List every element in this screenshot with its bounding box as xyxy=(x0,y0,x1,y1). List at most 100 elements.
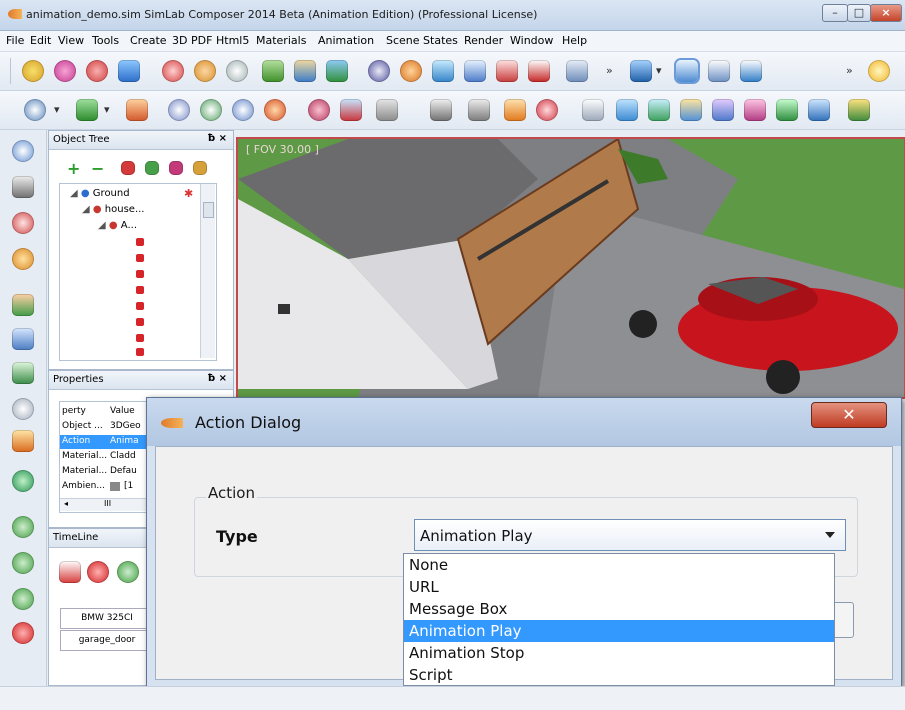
move-icon[interactable] xyxy=(118,60,140,82)
texture-icon[interactable] xyxy=(232,99,254,121)
option-script[interactable]: Script xyxy=(404,664,834,686)
property-row[interactable]: Ambien... [1 xyxy=(60,480,152,494)
place-icon[interactable] xyxy=(326,60,348,82)
timeline-track[interactable]: BMW 325CI xyxy=(60,608,154,629)
tree-node-a[interactable]: ◢ ● A... xyxy=(98,220,137,231)
paint-icon[interactable] xyxy=(340,99,362,121)
zoom-icon[interactable] xyxy=(22,60,44,82)
delete-icon[interactable] xyxy=(528,60,550,82)
timeline-rewind-icon[interactable] xyxy=(117,561,139,583)
strip-rewind-icon[interactable] xyxy=(12,516,34,538)
library-2-icon[interactable] xyxy=(648,99,670,121)
option-none[interactable]: None xyxy=(404,554,834,576)
scale-icon[interactable] xyxy=(226,60,248,82)
timeline-track[interactable]: garage_door xyxy=(60,630,154,651)
snapshot-icon[interactable] xyxy=(430,99,452,121)
strip-sphere-icon[interactable] xyxy=(12,470,34,492)
align-icon[interactable] xyxy=(262,60,284,82)
library-6-icon[interactable] xyxy=(776,99,798,121)
strip-record-icon[interactable] xyxy=(12,622,34,644)
undo-icon[interactable] xyxy=(566,60,588,82)
menu-tools[interactable]: Tools xyxy=(92,34,119,47)
property-row-selected[interactable]: Action Anima xyxy=(60,435,152,449)
menu-render[interactable]: Render xyxy=(464,34,503,47)
sphere-map-icon[interactable] xyxy=(168,99,190,121)
tree-scrollbar[interactable] xyxy=(200,184,215,358)
strip-clock-icon[interactable] xyxy=(12,398,34,420)
env-icon[interactable] xyxy=(200,99,222,121)
add-object-button[interactable]: + xyxy=(67,159,80,178)
image-icon[interactable] xyxy=(376,99,398,121)
menu-create[interactable]: Create xyxy=(130,34,167,47)
menu-help[interactable]: Help xyxy=(562,34,587,47)
strip-play-icon[interactable] xyxy=(12,552,34,574)
tree-leaf[interactable] xyxy=(136,334,144,342)
strip-anim-icon[interactable] xyxy=(12,294,34,316)
measure-icon[interactable] xyxy=(708,60,730,82)
tree-node-house[interactable]: ◢ ● house... xyxy=(82,204,145,215)
material-icon[interactable] xyxy=(126,99,148,121)
menu-window[interactable]: Window xyxy=(510,34,553,47)
monitor-icon[interactable] xyxy=(808,99,830,121)
library-4-icon[interactable] xyxy=(712,99,734,121)
rotate-icon[interactable] xyxy=(194,60,216,82)
strip-forward-icon[interactable] xyxy=(12,588,34,610)
light-icon[interactable] xyxy=(868,60,890,82)
tree-node-ground[interactable]: ◢ ● Ground xyxy=(70,188,130,199)
window-close-button[interactable]: × xyxy=(870,4,902,22)
library-5-icon[interactable] xyxy=(744,99,766,121)
menu-file[interactable]: File xyxy=(6,34,24,47)
hierarchy-icon[interactable] xyxy=(145,161,159,175)
filter-icon[interactable] xyxy=(169,161,183,175)
bucket-icon[interactable] xyxy=(582,99,604,121)
properties-close-button[interactable]: ƀ × xyxy=(208,373,227,384)
menu-view[interactable]: View xyxy=(58,34,84,47)
isolate-icon[interactable] xyxy=(432,60,454,82)
library-icon[interactable] xyxy=(616,99,638,121)
group-icon[interactable] xyxy=(121,161,135,175)
menu-animation[interactable]: Animation xyxy=(318,34,374,47)
camera-target-icon[interactable] xyxy=(676,60,698,82)
cube-view-icon[interactable] xyxy=(630,60,652,82)
pan-icon[interactable] xyxy=(86,60,108,82)
menu-3dpdf[interactable]: 3D PDF xyxy=(172,34,212,47)
strip-camera-icon[interactable] xyxy=(12,140,34,162)
timeline-delete-icon[interactable] xyxy=(59,561,81,583)
explode-icon[interactable] xyxy=(496,60,518,82)
boxes-icon[interactable] xyxy=(504,99,526,121)
show-icon[interactable] xyxy=(400,60,422,82)
menu-materials[interactable]: Materials xyxy=(256,34,306,47)
strip-anim-3-icon[interactable] xyxy=(12,362,34,384)
toolbar-overflow[interactable]: » xyxy=(606,64,613,77)
tree-leaf[interactable] xyxy=(136,286,144,294)
tree-leaf[interactable] xyxy=(136,302,144,310)
dialog-close-button[interactable]: ✕ xyxy=(811,402,887,428)
orbit-icon[interactable] xyxy=(54,60,76,82)
chevron-down-icon[interactable] xyxy=(825,532,835,538)
tree-leaf[interactable] xyxy=(136,270,144,278)
select-icon[interactable] xyxy=(464,60,486,82)
toolbar-overflow-2[interactable]: » xyxy=(846,64,853,77)
minimize-button[interactable]: – xyxy=(822,4,848,22)
option-animation-stop[interactable]: Animation Stop xyxy=(404,642,834,664)
option-url[interactable]: URL xyxy=(404,576,834,598)
transform-icon[interactable] xyxy=(162,60,184,82)
3d-viewport[interactable]: [ FOV 30.00 ] xyxy=(236,137,905,399)
object-tree-close-button[interactable]: ƀ × xyxy=(208,133,227,144)
option-message-box[interactable]: Message Box xyxy=(404,598,834,620)
option-animation-play[interactable]: Animation Play xyxy=(404,620,834,642)
menu-edit[interactable]: Edit xyxy=(30,34,51,47)
ambient-swatch[interactable] xyxy=(110,482,120,491)
snap-icon[interactable] xyxy=(294,60,316,82)
property-row[interactable]: Material... Cladd xyxy=(60,450,152,464)
library-3-icon[interactable] xyxy=(680,99,702,121)
strip-anim-2-icon[interactable] xyxy=(12,328,34,350)
arrow-icon[interactable] xyxy=(848,99,870,121)
timeline-record-icon[interactable] xyxy=(87,561,109,583)
tree-leaf[interactable] xyxy=(136,318,144,326)
tree-leaf[interactable] xyxy=(136,348,144,356)
menu-html5[interactable]: Html5 xyxy=(216,34,249,47)
render-icon[interactable] xyxy=(24,99,46,121)
remove-object-button[interactable]: − xyxy=(91,159,104,178)
tree-leaf[interactable] xyxy=(136,254,144,262)
